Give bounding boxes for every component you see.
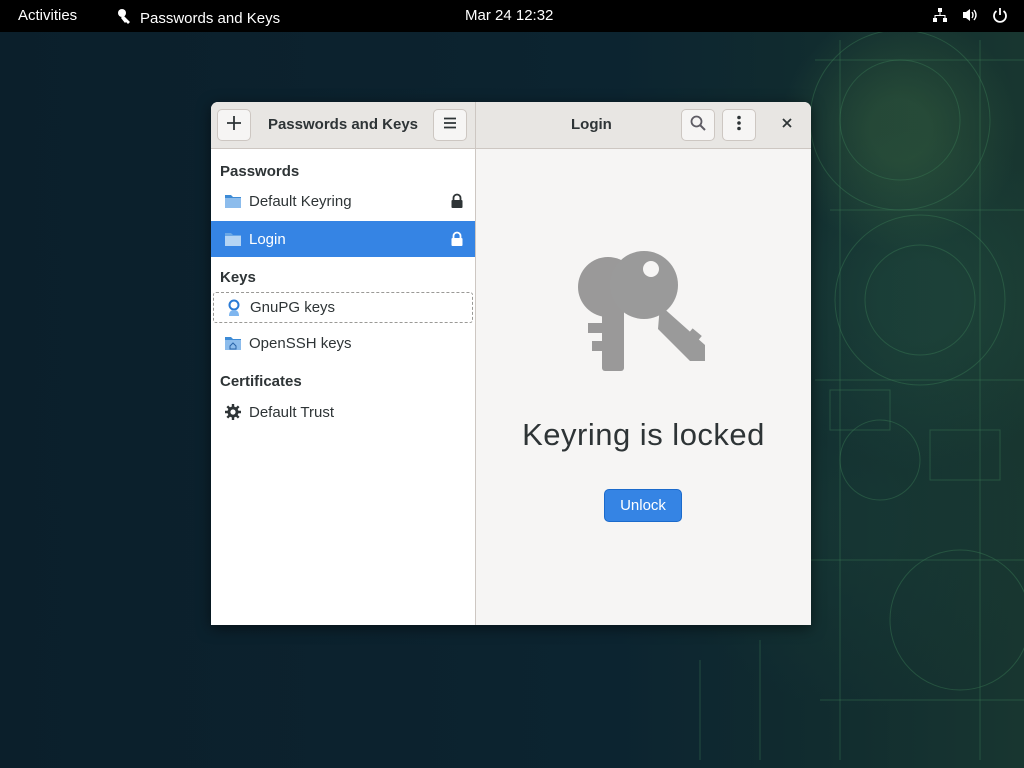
hamburger-menu-icon: [442, 115, 458, 136]
section-certificates: Certificates: [220, 373, 302, 390]
add-button[interactable]: [217, 109, 251, 141]
folder-icon: [224, 192, 242, 210]
section-keys: Keys: [220, 269, 256, 286]
folder-home-icon: [224, 334, 242, 352]
sidebar-item-gnupg-keys[interactable]: GnuPG keys: [213, 292, 473, 323]
sidebar-item-label: GnuPG keys: [250, 299, 336, 316]
lock-icon: [450, 193, 464, 209]
unlock-button[interactable]: Unlock: [604, 489, 682, 522]
gear-icon: [224, 403, 242, 421]
folder-icon: [224, 230, 242, 248]
system-tray[interactable]: [932, 7, 1008, 23]
lock-icon: [450, 231, 464, 247]
close-icon: [781, 116, 793, 134]
header-divider: [475, 102, 476, 148]
sidebar-item-label: Login: [249, 230, 286, 248]
sidebar-title: Passwords and Keys: [267, 116, 419, 133]
close-button[interactable]: [771, 109, 803, 141]
search-button[interactable]: [681, 109, 715, 141]
gnupg-icon: [225, 299, 243, 317]
keys-icon: [578, 249, 710, 376]
search-icon: [690, 115, 706, 136]
top-bar: Activities Passwords and Keys Mar 24 12:…: [0, 0, 1024, 32]
sidebar-item-default-trust[interactable]: Default Trust: [211, 394, 475, 430]
passwords-and-keys-window: Passwords and Keys Login Passwords Defau…: [211, 102, 811, 625]
app-menu[interactable]: Passwords and Keys: [116, 7, 280, 29]
sidebar-item-openssh-keys[interactable]: OpenSSH keys: [211, 325, 475, 361]
header-bar: Passwords and Keys Login: [211, 102, 811, 149]
keyring-locked-message: Keyring is locked: [522, 417, 765, 452]
more-options-button[interactable]: [722, 109, 756, 141]
add-icon: [226, 115, 242, 136]
main-menu-button[interactable]: [433, 109, 467, 141]
more-vertical-icon: [731, 115, 747, 136]
keyring-content: Keyring is locked Unlock: [476, 149, 811, 625]
sidebar-item-label: Default Trust: [249, 403, 335, 421]
content-title: Login: [571, 116, 612, 133]
keys-app-icon: [116, 7, 134, 29]
app-menu-label: Passwords and Keys: [140, 9, 281, 27]
network-icon[interactable]: [932, 7, 948, 23]
section-passwords: Passwords: [220, 163, 300, 180]
clock[interactable]: Mar 24 12:32: [465, 7, 553, 24]
sidebar-item-login[interactable]: Login: [211, 221, 475, 257]
power-icon[interactable]: [992, 7, 1008, 23]
activities-button[interactable]: Activities: [18, 7, 77, 24]
volume-icon[interactable]: [962, 7, 978, 23]
sidebar-item-label: Default Keyring: [249, 192, 352, 210]
sidebar-item-default-keyring[interactable]: Default Keyring: [211, 183, 475, 219]
sidebar: Passwords Default Keyring Login Keys Gnu…: [211, 149, 476, 625]
sidebar-item-label: OpenSSH keys: [249, 334, 352, 352]
